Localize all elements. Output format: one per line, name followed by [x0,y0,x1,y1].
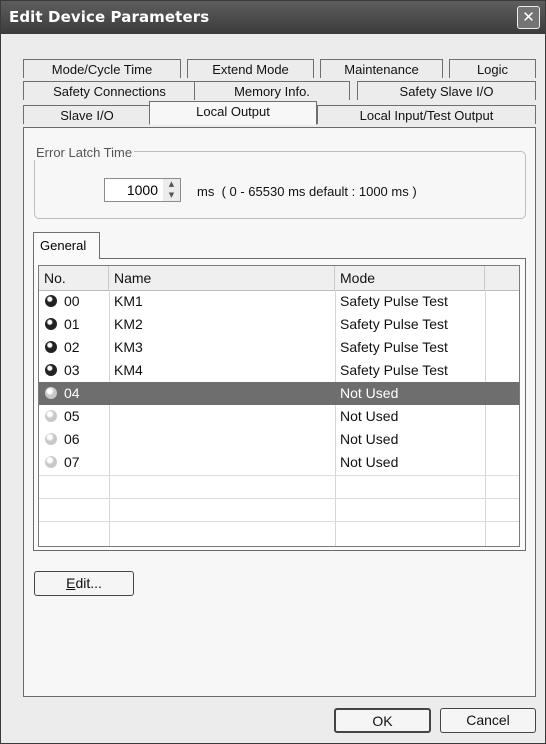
output-inactive-icon [45,456,57,468]
tab-safety-connections[interactable]: Safety Connections [23,81,196,100]
spin-up-icon[interactable]: ▲ [163,179,180,190]
range-label: ( 0 - 65530 ms default : 1000 ms ) [221,184,417,199]
edit-device-parameters-dialog: Edit Device Parameters ✕ Mode/Cycle Time… [0,0,546,744]
tab-maintenance[interactable]: Maintenance [320,59,443,78]
table-row[interactable]: 07 Not Used [39,451,519,474]
tab-memory-info[interactable]: Memory Info. [194,81,350,100]
edit-button[interactable]: Edit... [34,571,134,596]
output-table[interactable]: No. Name Mode 00 KM1 Safety Pulse Test 01 KM… [38,265,520,547]
table-row[interactable]: 05 Not Used [39,405,519,428]
table-row[interactable]: 00 KM1 Safety Pulse Test [39,290,519,313]
close-icon[interactable]: ✕ [517,6,540,29]
table-header: No. Name Mode [39,266,519,291]
ok-button[interactable]: OK [334,708,431,733]
row-no: 00 [64,293,80,309]
output-active-icon [45,318,57,330]
tab-local-output[interactable]: Local Output [149,101,317,125]
row-divider [39,521,519,522]
spin-down-icon[interactable]: ▼ [163,190,180,201]
tab-logic[interactable]: Logic [449,59,536,78]
output-active-icon [45,341,57,353]
unit-label: ms [197,184,215,199]
table-row[interactable]: 01 KM2 Safety Pulse Test [39,313,519,336]
row-mode: Not Used [340,408,399,424]
row-no: 02 [64,339,80,355]
output-inactive-icon [45,433,57,445]
edit-label: dit... [75,575,102,591]
column-mode[interactable]: Mode [335,266,485,290]
tab-extend-mode[interactable]: Extend Mode [187,59,314,78]
row-no: 04 [64,385,80,401]
error-latch-range: ms ( 0 - 65530 ms default : 1000 ms ) [197,184,417,199]
cancel-button[interactable]: Cancel [440,708,536,733]
row-mode: Safety Pulse Test [340,362,448,378]
error-latch-legend: Error Latch Time [34,145,135,160]
output-active-icon [45,364,57,376]
tab-local-input-test-output[interactable]: Local Input/Test Output [317,105,536,124]
row-divider [39,498,519,499]
row-name: KM2 [114,316,143,332]
dialog-title: Edit Device Parameters [9,8,210,26]
tab-general[interactable]: General [33,232,100,259]
row-mode: Not Used [340,385,399,401]
row-name: KM4 [114,362,143,378]
row-name: KM3 [114,339,143,355]
table-row[interactable]: 04 Not Used [39,382,519,405]
row-no: 07 [64,454,80,470]
local-output-panel: Error Latch Time 1000 ▲ ▼ ms ( 0 - 65530… [23,127,536,697]
row-name: KM1 [114,293,143,309]
output-inactive-icon [45,387,57,399]
title-bar: Edit Device Parameters ✕ [1,1,545,34]
row-no: 01 [64,316,80,332]
table-row[interactable]: 02 KM3 Safety Pulse Test [39,336,519,359]
row-no: 05 [64,408,80,424]
row-mode: Safety Pulse Test [340,339,448,355]
tab-mode-cycle-time[interactable]: Mode/Cycle Time [23,59,181,78]
table-row[interactable]: 03 KM4 Safety Pulse Test [39,359,519,382]
table-row[interactable]: 06 Not Used [39,428,519,451]
tab-slave-io[interactable]: Slave I/O [23,105,151,124]
output-active-icon [45,295,57,307]
row-mode: Safety Pulse Test [340,316,448,332]
general-panel: No. Name Mode 00 KM1 Safety Pulse Test 01 KM… [33,258,526,551]
row-mode: Safety Pulse Test [340,293,448,309]
row-no: 03 [64,362,80,378]
row-divider [39,475,519,476]
column-name[interactable]: Name [109,266,335,290]
row-mode: Not Used [340,454,399,470]
error-latch-spinner[interactable]: ▲ ▼ [163,179,180,201]
row-no: 06 [64,431,80,447]
output-inactive-icon [45,410,57,422]
column-no[interactable]: No. [39,266,109,290]
tab-safety-slave-io[interactable]: Safety Slave I/O [357,81,536,100]
row-mode: Not Used [340,431,399,447]
